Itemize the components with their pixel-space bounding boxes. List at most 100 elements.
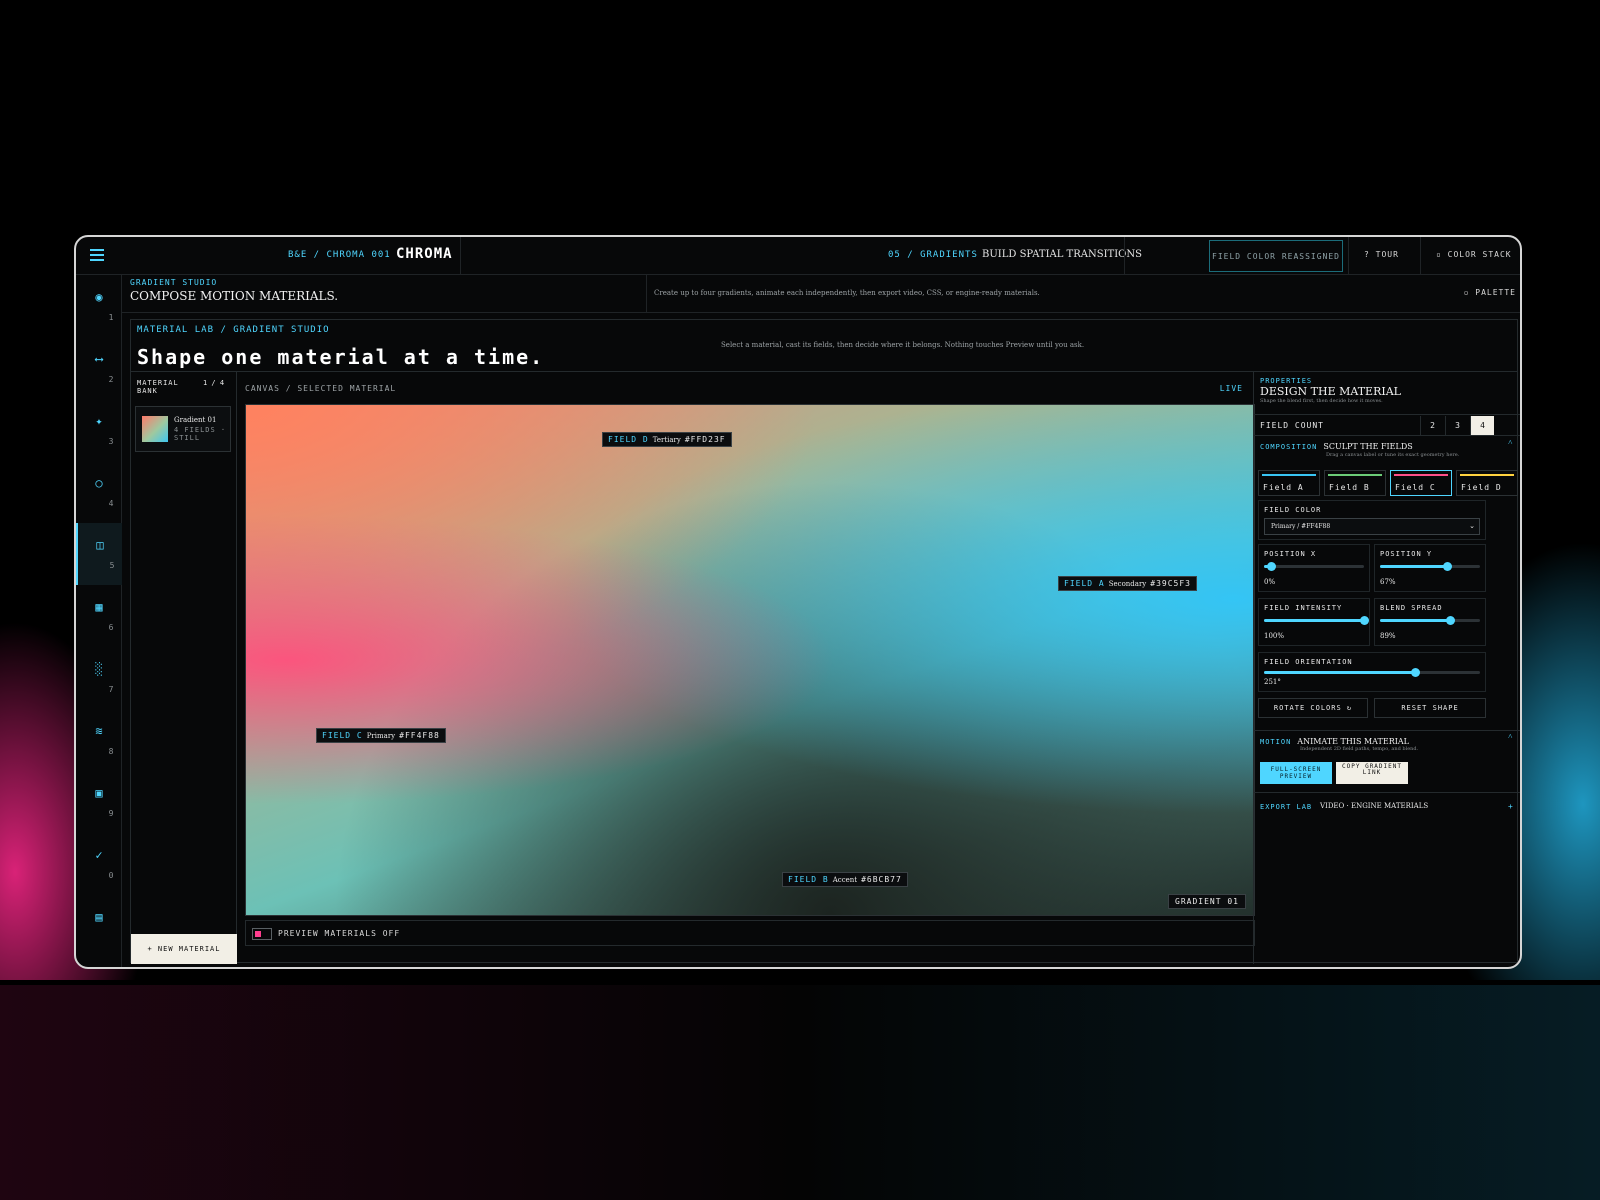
live-indicator: LIVE: [1219, 384, 1243, 393]
rail-item-4[interactable]: ○ 4: [76, 461, 122, 523]
field-count-2[interactable]: 2: [1420, 416, 1444, 435]
position-y-value: 67%: [1380, 578, 1396, 586]
position-x-slider[interactable]: [1264, 562, 1364, 571]
menu-icon[interactable]: [90, 249, 104, 261]
divider: [646, 275, 647, 313]
slider-knob[interactable]: [1267, 562, 1276, 571]
field-b-tag[interactable]: FIELD B Accent #6BCB77: [782, 872, 908, 887]
studio-header: GRADIENT STUDIO COMPOSE MOTION MATERIALS…: [122, 275, 1520, 313]
expand-icon[interactable]: +: [1508, 802, 1513, 811]
orientation-slider[interactable]: [1264, 668, 1480, 677]
intensity-value: 100%: [1264, 632, 1285, 640]
slider-knob[interactable]: [1411, 668, 1421, 677]
floor-glow: [0, 985, 1600, 1200]
rail-item-6[interactable]: ▦ 6: [76, 585, 122, 647]
field-count-3[interactable]: 3: [1445, 416, 1469, 435]
tab-field-b[interactable]: Field B: [1324, 470, 1386, 496]
blend-slider[interactable]: [1380, 616, 1480, 625]
motion-header: MOTION ANIMATE THIS MATERIAL Independent…: [1254, 730, 1520, 758]
blend-value: 89%: [1380, 632, 1396, 640]
properties-kicker: PROPERTIES: [1260, 377, 1313, 385]
export-value: VIDEO · ENGINE MATERIALS: [1320, 802, 1429, 810]
rotate-colors-button[interactable]: ROTATE COLORS ↻: [1258, 698, 1368, 718]
rail-item-1[interactable]: ◉ 1: [76, 275, 122, 337]
reset-shape-button[interactable]: RESET SHAPE: [1374, 698, 1486, 718]
intensity-slider[interactable]: [1264, 616, 1369, 625]
collapse-icon[interactable]: ˄: [1508, 732, 1513, 741]
rail-item-7[interactable]: ░ 7: [76, 647, 122, 709]
top-bar: B&E / CHROMA 001 CHROMA 05 / GRADIENTS B…: [76, 237, 1520, 275]
archive-icon: ▤: [95, 910, 103, 924]
properties-subtitle: Shape the blend first, then decide how i…: [1260, 398, 1383, 404]
field-count-row: FIELD COUNT 2 3 4: [1254, 414, 1520, 436]
gradient-canvas[interactable]: FIELD D Tertiary #FFD23F FIELD A Seconda…: [245, 404, 1255, 916]
tab-field-c[interactable]: Field C: [1390, 470, 1452, 496]
slider-knob[interactable]: [1360, 616, 1369, 625]
composition-subtitle: Drag a canvas label or tune its exact ge…: [1326, 452, 1460, 458]
rail-item-9[interactable]: ▣ 9: [76, 771, 122, 833]
rail-item-0[interactable]: ✓ 0: [76, 833, 122, 895]
lab-description: Select a material, cast its fields, then…: [721, 341, 1085, 349]
field-count-label: FIELD COUNT: [1260, 421, 1324, 430]
palette-button[interactable]: ▫ PALETTE: [1464, 288, 1516, 297]
app-window: B&E / CHROMA 001 CHROMA 05 / GRADIENTS B…: [74, 235, 1522, 969]
motion-kicker: MOTION: [1260, 738, 1292, 746]
gradient-badge: GRADIENT 01: [1168, 894, 1246, 909]
divider: [1348, 237, 1349, 275]
tab-field-d[interactable]: Field D: [1456, 470, 1518, 496]
slider-knob[interactable]: [1446, 616, 1455, 625]
square-icon: ▣: [95, 786, 103, 800]
canvas-label: CANVAS / SELECTED MATERIAL: [245, 384, 397, 393]
field-color-select[interactable]: Primary / #FF4F88 ⌄: [1264, 518, 1480, 535]
bank-count: 1 / 4: [203, 379, 225, 387]
field-d-tag[interactable]: FIELD D Tertiary #FFD23F: [602, 432, 732, 447]
field-color-label: FIELD COLOR: [1264, 506, 1322, 514]
slider-knob[interactable]: [1443, 562, 1452, 571]
tour-button[interactable]: ? TOUR: [1364, 250, 1399, 259]
arrows-icon: ⟷: [95, 352, 103, 366]
columns-icon: ◫: [96, 538, 104, 552]
color-stack-button[interactable]: ▫ COLOR STACK: [1436, 250, 1512, 259]
collapse-icon[interactable]: ˄: [1508, 438, 1513, 447]
left-rail: ◉ 1 ⟷ 2 ✦ 3 ○ 4 ◫ 5 ▦ 6 ░ 7 ≋ 8 ▣ 9 ✓ 0 ▤: [76, 275, 122, 967]
new-material-button[interactable]: + NEW MATERIAL: [131, 934, 237, 964]
material-name: Gradient 01: [174, 416, 217, 424]
brand-breadcrumb[interactable]: B&E / CHROMA 001: [288, 250, 391, 260]
fullscreen-preview-button[interactable]: FULL-SCREEN PREVIEW: [1260, 762, 1332, 784]
position-y-slider[interactable]: [1380, 562, 1480, 571]
rail-item-5[interactable]: ◫ 5: [76, 523, 122, 585]
section-breadcrumb[interactable]: 05 / GRADIENTS: [888, 250, 978, 260]
orientation-value: 251°: [1264, 678, 1281, 686]
material-meta: 4 FIELDS · STILL: [174, 426, 227, 442]
divider: [1124, 237, 1125, 275]
properties-panel: PROPERTIES DESIGN THE MATERIAL Shape the…: [1253, 372, 1520, 964]
rail-item-8[interactable]: ≋ 8: [76, 709, 122, 771]
field-count-4[interactable]: 4: [1470, 416, 1494, 435]
export-lab-row[interactable]: EXPORT LAB VIDEO · ENGINE MATERIALS +: [1254, 792, 1520, 818]
material-bank: MATERIAL BANK 1 / 4 Gradient 01 4 FIELDS…: [131, 372, 237, 964]
tab-field-a[interactable]: Field A: [1258, 470, 1320, 496]
lab-title: Shape one material at a time.: [137, 345, 545, 369]
waves-icon: ≋: [95, 724, 103, 738]
divider: [460, 237, 461, 275]
sparkle-icon: ✦: [95, 414, 103, 428]
orientation-control: FIELD ORIENTATION 251°: [1258, 652, 1486, 692]
check-icon: ✓: [95, 848, 103, 862]
studio-kicker: GRADIENT STUDIO: [130, 278, 218, 287]
material-card[interactable]: Gradient 01 4 FIELDS · STILL: [135, 406, 231, 452]
divider: [1420, 237, 1421, 275]
field-c-tag[interactable]: FIELD C Primary #FF4F88: [316, 728, 446, 743]
field-color-control: FIELD COLOR Primary / #FF4F88 ⌄: [1258, 500, 1486, 540]
copy-gradient-link-button[interactable]: COPY GRADIENT LINK: [1336, 762, 1408, 784]
rail-item-3[interactable]: ✦ 3: [76, 399, 122, 461]
dither-icon: ░: [95, 662, 103, 676]
rail-item-archive[interactable]: ▤: [76, 895, 122, 957]
target-icon: ◉: [95, 290, 103, 304]
canvas-area: CANVAS / SELECTED MATERIAL LIVE FIELD D …: [237, 372, 1255, 964]
properties-header: PROPERTIES DESIGN THE MATERIAL Shape the…: [1260, 377, 1401, 404]
preview-toggle[interactable]: [252, 928, 272, 940]
lab-header: MATERIAL LAB / GRADIENT STUDIO Shape one…: [131, 320, 1517, 372]
rail-item-2[interactable]: ⟷ 2: [76, 337, 122, 399]
field-a-tag[interactable]: FIELD A Secondary #39C5F3: [1058, 576, 1197, 591]
composition-kicker: COMPOSITION: [1260, 443, 1318, 451]
